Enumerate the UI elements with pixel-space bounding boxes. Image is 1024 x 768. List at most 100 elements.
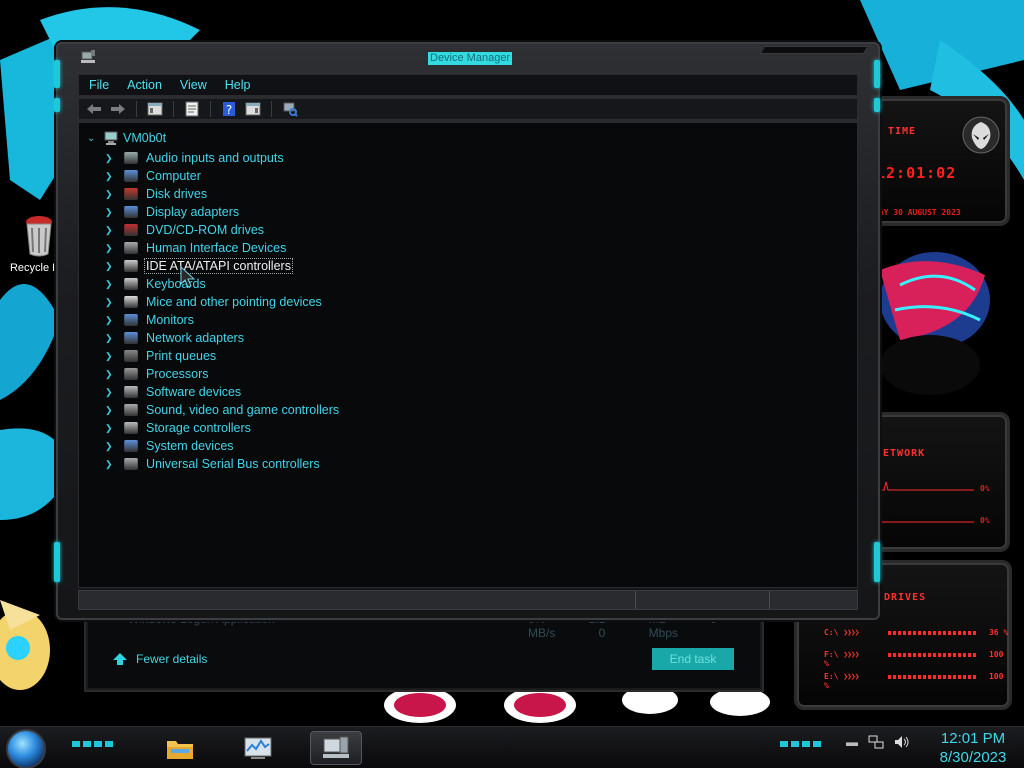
taskbar: ▬ 12:01 PM 8/30/2023 bbox=[0, 726, 1024, 768]
tree-node[interactable]: ❯ Disk drives bbox=[105, 185, 339, 203]
show-hidden-icons-icon[interactable]: ▬ bbox=[846, 735, 858, 749]
drive-c-arrows: ❯❯❯❯ bbox=[843, 628, 859, 637]
network-graph-download bbox=[874, 513, 974, 523]
drive-e-label: E:\ bbox=[824, 672, 839, 681]
status-divider bbox=[769, 591, 770, 609]
expand-chevron-icon[interactable]: ❯ bbox=[105, 459, 117, 470]
back-button[interactable] bbox=[85, 101, 103, 117]
tree-node[interactable]: ❯ IDE ATA/ATAPI controllers bbox=[105, 257, 339, 275]
tree-node[interactable]: ❯ Storage controllers bbox=[105, 419, 339, 437]
tree-node[interactable]: ❯ Network adapters bbox=[105, 329, 339, 347]
storage-controller-icon bbox=[124, 422, 138, 434]
tree-node[interactable]: ❯ DVD/CD-ROM drives bbox=[105, 221, 339, 239]
scan-hardware-button[interactable] bbox=[281, 101, 299, 117]
drive-row-f: F:\ ❯❯❯❯ 100 % bbox=[824, 650, 1012, 668]
expand-chevron-icon[interactable]: ❯ bbox=[105, 297, 117, 308]
tree-node-label: Computer bbox=[146, 169, 201, 183]
clock-time: 12:01 PM bbox=[940, 730, 1006, 747]
tree-node-label: DVD/CD-ROM drives bbox=[146, 223, 265, 237]
expand-chevron-icon[interactable]: ❯ bbox=[105, 387, 117, 398]
system-devices-icon bbox=[124, 440, 138, 452]
tree-root-node[interactable]: ⌄ VM0b0t bbox=[87, 131, 166, 145]
expand-chevron-icon[interactable]: ❯ bbox=[105, 369, 117, 380]
hid-icon bbox=[124, 242, 138, 254]
tree-node[interactable]: ❯ Human Interface Devices bbox=[105, 239, 339, 257]
tree-node[interactable]: ❯ Processors bbox=[105, 365, 339, 383]
tree-node[interactable]: ❯ Computer bbox=[105, 167, 339, 185]
disk-drive-icon bbox=[124, 188, 138, 200]
drives-gadget-title: DRIVES bbox=[884, 592, 927, 603]
end-task-button[interactable]: End task bbox=[652, 648, 734, 670]
network-icon[interactable] bbox=[868, 735, 884, 749]
menu-view[interactable]: View bbox=[180, 78, 207, 92]
show-hide-console-tree-button[interactable] bbox=[146, 101, 164, 117]
expand-chevron-icon[interactable]: ❯ bbox=[105, 153, 117, 164]
properties-button[interactable] bbox=[183, 101, 201, 117]
tree-node[interactable]: ❯ Keyboards bbox=[105, 275, 339, 293]
volume-icon[interactable] bbox=[894, 735, 910, 749]
tree-node[interactable]: ❯ Mice and other pointing devices bbox=[105, 293, 339, 311]
forward-button[interactable] bbox=[109, 101, 127, 117]
system-tray: ▬ bbox=[846, 735, 910, 749]
tree-node-label: Processors bbox=[146, 367, 209, 381]
expand-chevron-icon[interactable]: ❯ bbox=[105, 189, 117, 200]
expand-chevron-icon[interactable]: ❯ bbox=[105, 243, 117, 254]
menu-help[interactable]: Help bbox=[225, 78, 251, 92]
task-manager-icon bbox=[244, 737, 272, 759]
expand-chevron-icon[interactable]: ❯ bbox=[105, 441, 117, 452]
tree-node[interactable]: ❯ System devices bbox=[105, 437, 339, 455]
chevron-up-icon bbox=[113, 653, 127, 665]
menu-bar: File Action View Help bbox=[78, 74, 858, 96]
tree-node-label: Display adapters bbox=[146, 205, 240, 219]
device-manager-window[interactable]: Device Manager File Action View Help ? ⌄… bbox=[54, 42, 880, 620]
taskbar-device-manager[interactable] bbox=[310, 731, 362, 765]
menu-file[interactable]: File bbox=[89, 78, 109, 92]
start-button[interactable] bbox=[6, 729, 46, 768]
toolbar-separator bbox=[173, 101, 174, 117]
clock-date: 8/30/2023 bbox=[939, 749, 1007, 766]
taskbar-clock[interactable]: 12:01 PM 8/30/2023 bbox=[930, 729, 1016, 767]
expand-chevron-icon[interactable]: ❯ bbox=[105, 171, 117, 182]
drive-c-label: C:\ bbox=[824, 628, 839, 637]
taskbar-task-manager[interactable] bbox=[232, 731, 284, 765]
tree-node-label: IDE ATA/ATAPI controllers bbox=[144, 258, 293, 274]
expand-chevron-icon[interactable]: ❯ bbox=[105, 405, 117, 416]
network-graph-upload bbox=[874, 481, 974, 491]
expand-chevron-icon[interactable]: ❯ bbox=[105, 315, 117, 326]
processor-icon bbox=[124, 368, 138, 380]
network-upload-pct: 0% bbox=[980, 484, 990, 493]
help-button[interactable]: ? bbox=[220, 101, 238, 117]
tree-node[interactable]: ❯ Monitors bbox=[105, 311, 339, 329]
tree-node[interactable]: ❯ Software devices bbox=[105, 383, 339, 401]
collapse-chevron-icon[interactable]: ⌄ bbox=[87, 133, 99, 144]
tree-node[interactable]: ❯ Universal Serial Bus controllers bbox=[105, 455, 339, 473]
network-gadget[interactable]: NETWORK 0% 0% bbox=[862, 412, 1010, 552]
tree-node-label: Software devices bbox=[146, 385, 242, 399]
device-tree[interactable]: ⌄ VM0b0t ❯ Audio inputs and outputs ❯ Compu… bbox=[78, 122, 858, 588]
tree-node[interactable]: ❯ Display adapters bbox=[105, 203, 339, 221]
show-action-pane-button[interactable] bbox=[244, 101, 262, 117]
computer-root-icon bbox=[104, 131, 118, 145]
expand-chevron-icon[interactable]: ❯ bbox=[105, 423, 117, 434]
taskbar-file-explorer[interactable] bbox=[154, 731, 206, 765]
expand-chevron-icon[interactable]: ❯ bbox=[105, 333, 117, 344]
expand-chevron-icon[interactable]: ❯ bbox=[105, 351, 117, 362]
expand-chevron-icon[interactable]: ❯ bbox=[105, 225, 117, 236]
expand-chevron-icon[interactable]: ❯ bbox=[105, 279, 117, 290]
network-adapter-icon bbox=[124, 332, 138, 344]
tree-node-label: Print queues bbox=[146, 349, 217, 363]
tree-node[interactable]: ❯ Audio inputs and outputs bbox=[105, 149, 339, 167]
title-bar[interactable]: Device Manager bbox=[56, 42, 880, 72]
tree-node-label: Mice and other pointing devices bbox=[146, 295, 322, 309]
properties-icon bbox=[185, 101, 199, 117]
tree-node-label: Audio inputs and outputs bbox=[146, 151, 284, 165]
tree-node[interactable]: ❯ Print queues bbox=[105, 347, 339, 365]
tree-root-label: VM0b0t bbox=[123, 131, 167, 145]
fewer-details-link[interactable]: Fewer details bbox=[112, 652, 207, 666]
expand-chevron-icon[interactable]: ❯ bbox=[105, 207, 117, 218]
tree-node[interactable]: ❯ Sound, video and game controllers bbox=[105, 401, 339, 419]
time-gadget[interactable]: TIME 12:01:02 DAY 30 AUGUST 2023 bbox=[862, 96, 1010, 226]
console-tree-icon bbox=[147, 102, 163, 116]
menu-action[interactable]: Action bbox=[127, 78, 162, 92]
expand-chevron-icon[interactable]: ❯ bbox=[105, 261, 117, 272]
